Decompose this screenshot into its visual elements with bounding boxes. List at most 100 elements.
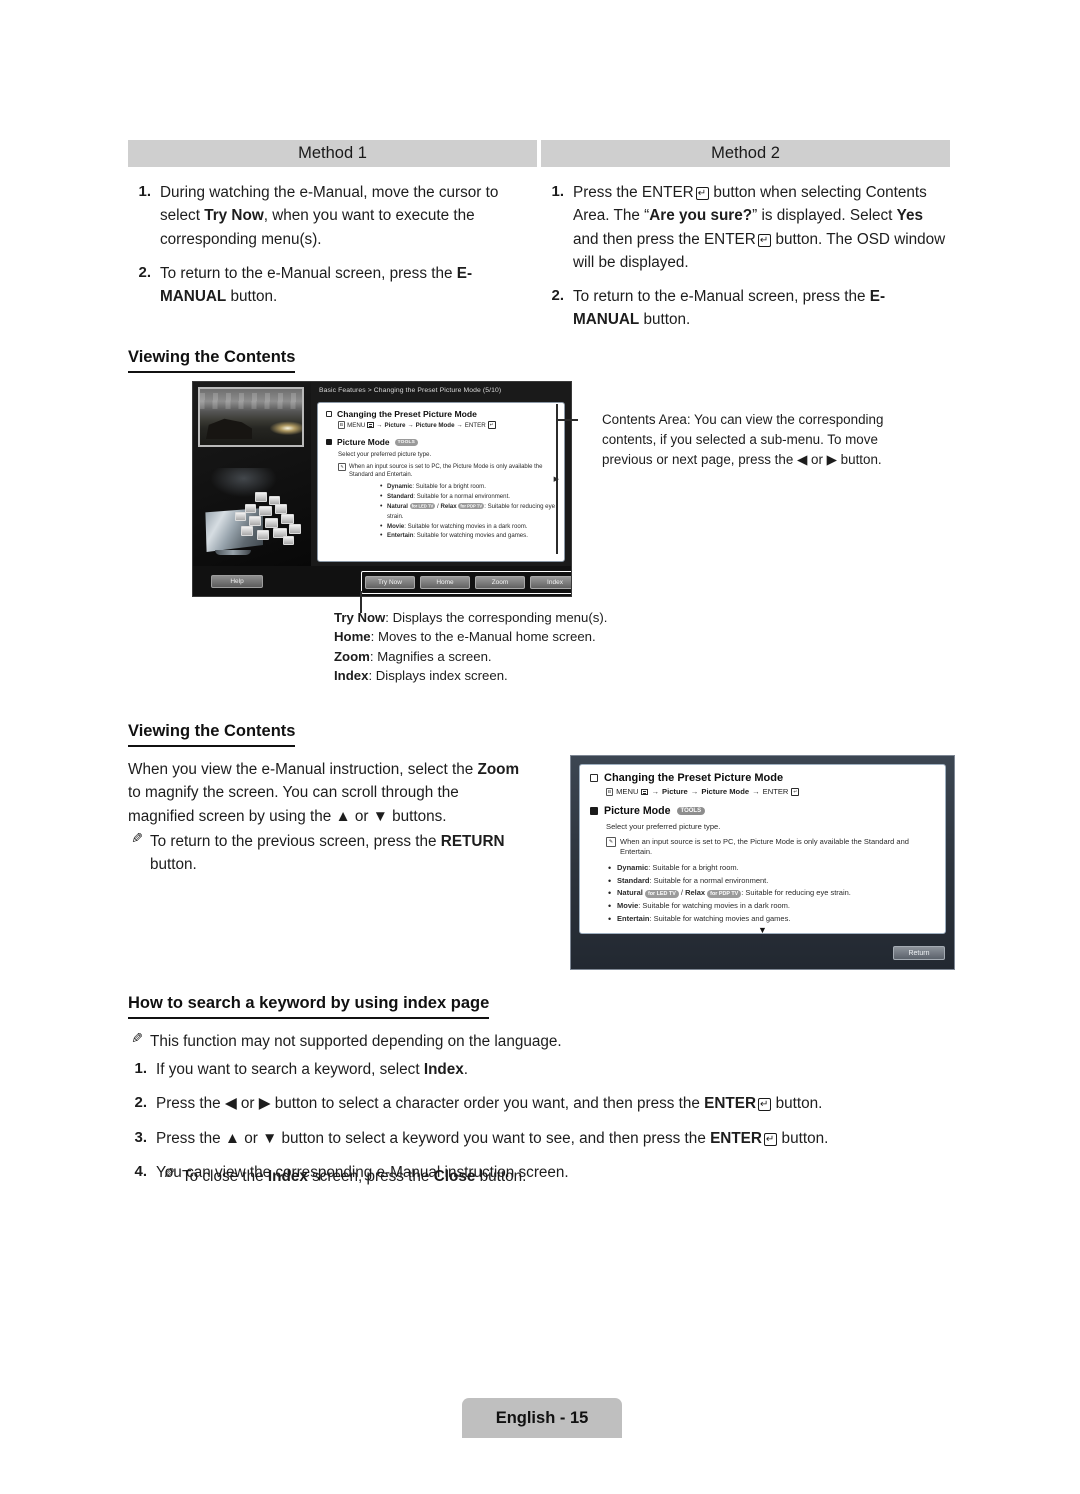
zoom-menu-path: B MENU → Picture → Picture Mode → ENTER … (606, 787, 935, 796)
method-2-step-item: 1. Press the ENTER ↵ button when selecting… (545, 181, 946, 274)
arrow-1: → (376, 421, 383, 429)
picture-mode-desc: : Suitable for watching movies in a dark… (404, 522, 528, 530)
search-step-item: 1. If you want to search a keyword, selec… (128, 1058, 958, 1081)
search-note-text: This function may not supported dependin… (150, 1033, 562, 1050)
picture-mode-desc: : Suitable for watching movies and games… (413, 532, 528, 540)
arrow-1: → (651, 787, 660, 796)
zoom-content-subtitle-row: Picture Mode TOOLS (590, 805, 935, 817)
content-subtitle: Picture Mode (337, 437, 390, 447)
tools-badge: TOOLS (394, 438, 419, 446)
button-legend-name: Home (334, 629, 371, 645)
search-note: ✎ This function may not supported depend… (128, 1030, 948, 1053)
method-1-header: Method 1 (128, 140, 537, 167)
enter-key-icon: ↵ (763, 1132, 778, 1146)
square-outline-icon (590, 774, 598, 782)
button-legend-desc: : Magnifies a screen. (369, 648, 492, 664)
section-heading-search-keyword: How to search a keyword by using index p… (128, 994, 490, 1019)
content-note: Select your preferred picture type. (338, 451, 432, 458)
arrow-3: → (456, 421, 463, 429)
method-1-column: Method 1 1. During watching the e-Manual,… (128, 140, 537, 343)
method-2-step-item: 2. To return to the e-Manual screen, pres… (545, 285, 946, 332)
method-2-steps: 1. Press the ENTER ↵ button when selecting… (541, 167, 950, 332)
method-1-step-number: 1. (138, 183, 151, 200)
method-1-step-number: 2. (138, 263, 151, 281)
zoom-paragraph: When you view the e-Manual instruction, … (128, 761, 520, 825)
method-2-step-text: To return to the e-Manual screen, press … (573, 288, 886, 329)
contents-area[interactable]: Changing the Preset Picture Mode B MENU … (317, 402, 565, 562)
button-legend-desc: : Displays the corresponding menu(s). (385, 610, 608, 625)
button-legend-line: Index: Displays index screen. (334, 666, 634, 685)
menu-path-menu: MENU (347, 421, 366, 429)
picture-mode-alt-name: Relax (685, 888, 706, 898)
arrow-2: → (407, 421, 414, 429)
button-legend-line: Home: Moves to the e-Manual home screen. (334, 627, 634, 646)
zoom-menu-path-enter: ENTER (762, 787, 789, 796)
zoom-content-tip: When an input source is set to PC, the P… (620, 837, 909, 857)
search-step-number: 3. (134, 1128, 147, 1146)
zoom-content-title-row: Changing the Preset Picture Mode (590, 772, 935, 784)
menu-grid-icon (641, 788, 649, 795)
menu-grid-icon (367, 422, 375, 428)
zoom-button[interactable]: Zoom (475, 576, 525, 589)
button-legend-name: Try Now (334, 610, 386, 625)
callout-bracket-arm (558, 419, 578, 421)
book-icon: B (338, 421, 346, 429)
pencil-note-icon: ✎ (131, 831, 143, 847)
button-legend-desc: : Displays index screen. (368, 667, 508, 683)
close-index-note-text: To close the Index screen, press the Clo… (182, 1168, 527, 1185)
menu-path: B MENU → Picture → Picture Mode → ENTER … (338, 421, 556, 429)
method-2-header: Method 2 (541, 140, 950, 167)
menu-path-enter: ENTER (464, 421, 486, 429)
search-step-text: Press the ◀ or ▶ button to select a char… (156, 1095, 823, 1113)
enter-key-icon: ↵ (791, 787, 800, 796)
button-legend-line: Try Now: Displays the corresponding menu… (334, 608, 634, 627)
content-title: Changing the Preset Picture Mode (337, 409, 477, 419)
return-button[interactable]: Return (893, 946, 945, 960)
section-heading-viewing-contents-1: Viewing the Contents (128, 348, 296, 373)
enter-key-icon: ↵ (487, 421, 496, 429)
picture-mode-desc: : Suitable for a normal environment. (413, 493, 510, 501)
button-legend: Try Now: Displays the corresponding menu… (334, 608, 634, 685)
for-pdp-tv-badge: for PDP TV (707, 890, 742, 899)
square-outline-icon (326, 411, 332, 417)
index-button[interactable]: Index (530, 576, 571, 589)
method-1-step-item: 2. To return to the e-Manual screen, pres… (132, 262, 533, 309)
method-2-step-number: 1. (551, 183, 564, 200)
method-1-steps: 1. During watching the e-Manual, move the… (128, 167, 537, 308)
button-legend-desc: : Moves to the e-Manual home screen. (370, 629, 596, 645)
picture-mode-item: Movie: Suitable for watching movies in a… (608, 899, 935, 914)
tv-illustration (199, 468, 305, 563)
method-1-step-text: During watching the e-Manual, move the c… (160, 184, 499, 248)
callout-bracket (556, 404, 558, 554)
scroll-down-arrow-icon[interactable]: ▼ (590, 925, 935, 933)
content-tip-row: ✎ When an input source is set to PC, the… (338, 463, 556, 479)
content-title-row: Changing the Preset Picture Mode (326, 409, 556, 419)
picture-mode-name: Movie (387, 522, 405, 530)
try-now-button[interactable]: Try Now (365, 576, 415, 589)
picture-mode-alt-name: Relax (440, 502, 457, 510)
square-filled-icon (326, 439, 332, 445)
picture-mode-name: Standard (617, 875, 650, 885)
picture-mode-item: Entertain: Suitable for watching movies … (608, 912, 935, 927)
home-button[interactable]: Home (420, 576, 470, 589)
search-step-number: 1. (134, 1060, 147, 1077)
tools-badge: TOOLS (676, 807, 706, 815)
menu-path-seg2: Picture Mode (415, 421, 455, 429)
picture-mode-desc: : Suitable for a bright room. (412, 483, 486, 491)
picture-mode-item: Standard: Suitable for a normal environm… (380, 491, 556, 502)
magnified-contents-area[interactable]: Changing the Preset Picture Mode B MENU … (579, 764, 946, 934)
picture-mode-item: Entertain: Suitable for watching movies … (380, 530, 556, 541)
search-step-number: 4. (134, 1162, 147, 1180)
method-1-step-item: 1. During watching the e-Manual, move the… (132, 181, 533, 251)
emanual-button-bar: Help Try Now Home Zoom Index X (193, 566, 571, 596)
for-pdp-tv-badge: for PDP TV (458, 503, 485, 510)
zoom-content-tip-row: ✎ When an input source is set to PC, the… (606, 837, 935, 858)
square-filled-icon (590, 807, 598, 815)
arrow-3: → (752, 787, 760, 796)
help-button[interactable]: Help (211, 574, 263, 588)
picture-mode-name: Dynamic (387, 483, 413, 491)
content-tip: When an input source is set to PC, the P… (349, 464, 543, 479)
method-2-column: Method 2 1. Press the ENTER ↵ button when … (541, 140, 950, 343)
zoom-content-title: Changing the Preset Picture Mode (604, 772, 784, 784)
zoom-picture-mode-list: Dynamic: Suitable for a bright room.Stan… (608, 861, 935, 928)
